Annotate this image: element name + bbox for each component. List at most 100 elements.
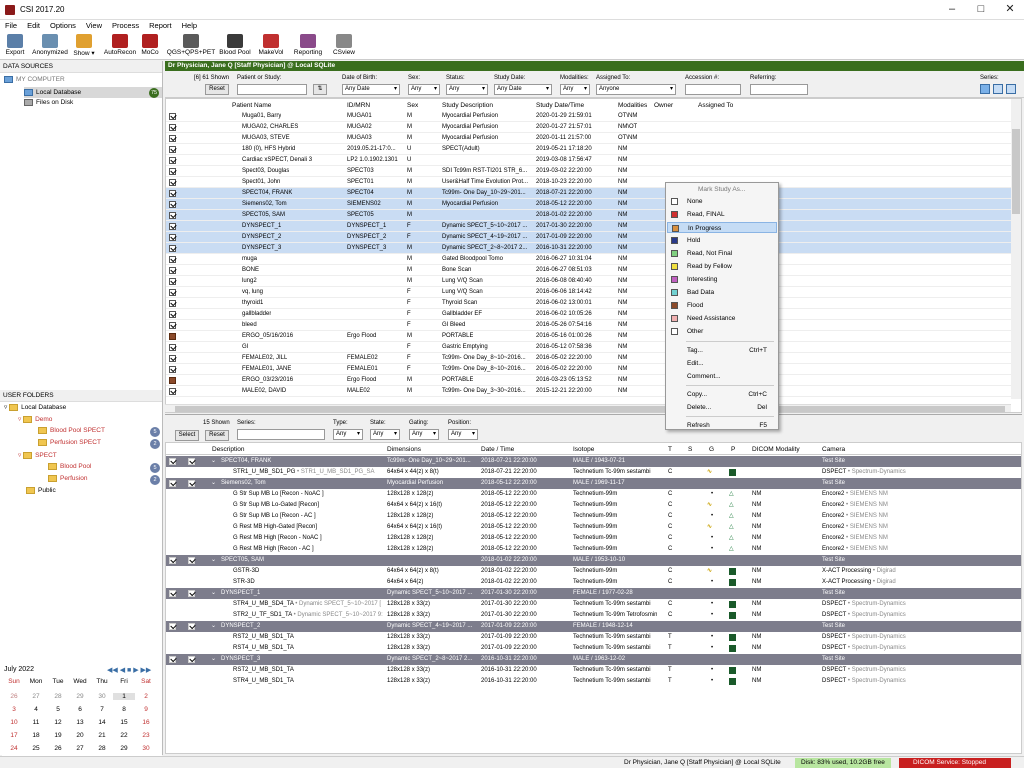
row-status-checkbox[interactable] (169, 223, 176, 230)
table-row[interactable]: Muga01, Barry MUGA01 M Myocardial Perfusion… (166, 111, 1011, 122)
folder-blood-pool[interactable]: Blood Pool (48, 463, 91, 470)
col-isotope[interactable]: Isotope (573, 446, 594, 453)
group-checkbox[interactable] (188, 557, 195, 564)
folder-blood-pool-spect[interactable]: Blood Pool SPECT (38, 427, 105, 434)
mark-interesting[interactable]: Interesting (667, 274, 777, 285)
col-id-mrn[interactable]: ID/MRN (347, 102, 370, 109)
referring-input[interactable] (750, 84, 808, 95)
calendar-day[interactable]: 10 (3, 719, 25, 726)
calendar-day[interactable]: 15 (113, 719, 135, 726)
calendar-day[interactable]: 17 (3, 732, 25, 739)
calendar-day[interactable]: 14 (91, 719, 113, 726)
series-row[interactable]: RST2_U_MB_SD1_TA 128x128 x 33(z) 2016-10-3… (166, 665, 1021, 676)
folder-public[interactable]: Public (26, 487, 56, 494)
folder-perfusion[interactable]: Perfusion (48, 475, 87, 482)
calendar-day[interactable]: 18 (25, 732, 47, 739)
group-checkbox[interactable] (169, 590, 176, 597)
scroll-thumb[interactable] (1012, 129, 1020, 214)
table-row[interactable]: Spect03, Douglas SPECT03 M SDI Tc99m RST-TI… (166, 166, 1011, 177)
horizontal-scrollbar[interactable] (165, 404, 1011, 412)
table-row[interactable]: muga M Gated Bloodpool Tomo 2016-06-27 10:3… (166, 254, 1011, 265)
position-select[interactable]: Any ▾ (448, 429, 478, 440)
menu-copy[interactable]: Copy... Ctrl+C (667, 389, 777, 400)
chevron-down-icon[interactable]: ⌄ (211, 478, 216, 489)
layout-vertical-icon[interactable] (1006, 84, 1016, 94)
mark-read-not-final[interactable]: Read, Not Final (667, 248, 777, 259)
row-status-checkbox[interactable] (169, 157, 176, 164)
menu-options[interactable]: Options (45, 20, 81, 32)
row-status-checkbox[interactable] (169, 278, 176, 285)
col-study-description[interactable]: Study Description (442, 102, 493, 109)
group-checkbox[interactable] (188, 623, 195, 630)
series-row[interactable]: G Str Sup MB Lo-Gated [Recon] 64x64 x 64(… (166, 500, 1021, 511)
modalities-select[interactable]: Any ▾ (560, 84, 590, 95)
calendar-day[interactable]: 19 (47, 732, 69, 739)
menu-edit[interactable]: Edit (22, 20, 45, 32)
series-row[interactable]: G Rest MB High-Gated [Recon] 64x64 x 64(z… (166, 522, 1021, 533)
makevol-button[interactable]: MakeVol (257, 34, 285, 56)
reset-button[interactable]: Reset (205, 84, 229, 95)
table-row[interactable]: Siemens02, Tom SIEMENS02 M Myocardial Perfu… (166, 199, 1011, 210)
series-group-row[interactable]: ⌄ SPECT04, FRANK Tc99m- One Day_10~29~201.… (166, 456, 1021, 467)
mark-hold[interactable]: Hold (667, 235, 777, 246)
accession-input[interactable] (685, 84, 741, 95)
table-row[interactable]: BONE M Bone Scan 2016-06-27 08:51:03 NM (166, 265, 1011, 276)
series-row[interactable]: G Str Sup MB Lo [Recon - AC ] 128x128 x 1… (166, 511, 1021, 522)
menu-delete[interactable]: Delete... Del (667, 402, 777, 413)
mark-other[interactable]: Other (667, 326, 777, 337)
group-checkbox[interactable] (188, 458, 195, 465)
calendar-nav[interactable]: ◀◀ ◀ ■ ▶ ▶▶ (107, 666, 151, 674)
table-row[interactable]: MUGA03, STEVE MUGA03 M Myocardial Perfusion… (166, 133, 1011, 144)
series-reset-button[interactable]: Reset (205, 430, 229, 441)
table-row[interactable]: bleed F GI Bleed 2016-05-26 07:54:16 NM (166, 320, 1011, 331)
calendar-day[interactable]: 3 (3, 706, 25, 713)
col-date-time[interactable]: Date / Time (481, 446, 514, 453)
menu-process[interactable]: Process (107, 20, 144, 32)
vertical-scrollbar[interactable] (1011, 99, 1021, 399)
calendar-day[interactable]: 2 (135, 693, 157, 700)
table-row[interactable]: SPECT05, SAM SPECT05 M 2018-01-02 22:20:00 N… (166, 210, 1011, 221)
series-row[interactable]: RST2_U_MB_SD1_TA 128x128 x 33(z) 2017-01-0… (166, 632, 1021, 643)
maximize-button[interactable]: □ (967, 2, 995, 17)
series-row[interactable]: STR1_U_MB_SD1_PG • STR1_U_MB_SD1_PG_SA 64… (166, 467, 1021, 478)
table-row[interactable]: vq, lung F Lung V/Q Scan 2016-06-06 18:14:4… (166, 287, 1011, 298)
table-row[interactable]: thyroid1 F Thyroid Scan 2016-06-02 13:00:01… (166, 298, 1011, 309)
col-dimensions[interactable]: Dimensions (387, 446, 421, 453)
series-row[interactable]: STR2_U_TF_SD1_TA • Dynamic SPECT_5~10~20… (166, 610, 1021, 621)
calendar-day[interactable]: 4 (25, 706, 47, 713)
col-description[interactable]: Description (212, 446, 245, 453)
table-row[interactable]: SPECT04, FRANK SPECT04 M Tc99m- One Day_10~… (166, 188, 1011, 199)
mark-read-by-fellow[interactable]: Read by Fellow (667, 261, 777, 272)
col-modalities[interactable]: Modalities (618, 102, 647, 109)
table-row[interactable]: ERGO_05/16/2016 Ergo Flood M PORTABLE 2016-0… (166, 331, 1011, 342)
patient-search-input[interactable] (237, 84, 307, 95)
calendar-day[interactable]: 21 (91, 732, 113, 739)
gating-select[interactable]: Any ▾ (409, 429, 439, 440)
calendar-day[interactable]: 1 (113, 693, 135, 700)
col-study-date[interactable]: Study Date/Time (536, 102, 584, 109)
menu-help[interactable]: Help (177, 20, 202, 32)
autorecon-button[interactable]: AutoRecon (103, 34, 137, 56)
row-status-checkbox[interactable] (169, 135, 176, 142)
calendar-day[interactable]: 22 (113, 732, 135, 739)
series-row[interactable]: STR4_U_MB_SD4_TA • Dynamic SPECT_5~10~20… (166, 599, 1021, 610)
series-group-row[interactable]: ⌄ SPECT05, SAM 2018-01-02 22:20:00 MALE / 1… (166, 555, 1021, 566)
blood-pool-button[interactable]: Blood Pool (219, 34, 251, 56)
calendar-day[interactable]: 30 (91, 693, 113, 700)
mark-need-assistance[interactable]: Need Assistance (667, 313, 777, 324)
chevron-down-icon[interactable]: ⌄ (211, 456, 216, 467)
calendar-day[interactable]: 29 (69, 693, 91, 700)
row-status-checkbox[interactable] (169, 179, 176, 186)
local-database-source[interactable]: Local Database (24, 87, 162, 98)
series-row[interactable]: RST4_U_MB_SD1_TA 128x128 x 33(z) 2017-01-0… (166, 643, 1021, 654)
calendar-day[interactable]: 30 (135, 745, 157, 752)
col-s[interactable]: S (688, 446, 692, 453)
row-status-checkbox[interactable] (169, 322, 176, 329)
calendar-day[interactable]: 27 (25, 693, 47, 700)
group-checkbox[interactable] (169, 623, 176, 630)
group-checkbox[interactable] (169, 557, 176, 564)
table-row[interactable]: gallbladder F Gallbladder EF 2016-06-02 10:… (166, 309, 1011, 320)
row-status-checkbox[interactable] (169, 333, 176, 340)
row-status-checkbox[interactable] (169, 113, 176, 120)
table-row[interactable]: lung2 M Lung V/Q Scan 2016-06-08 08:40:40 NM (166, 276, 1011, 287)
